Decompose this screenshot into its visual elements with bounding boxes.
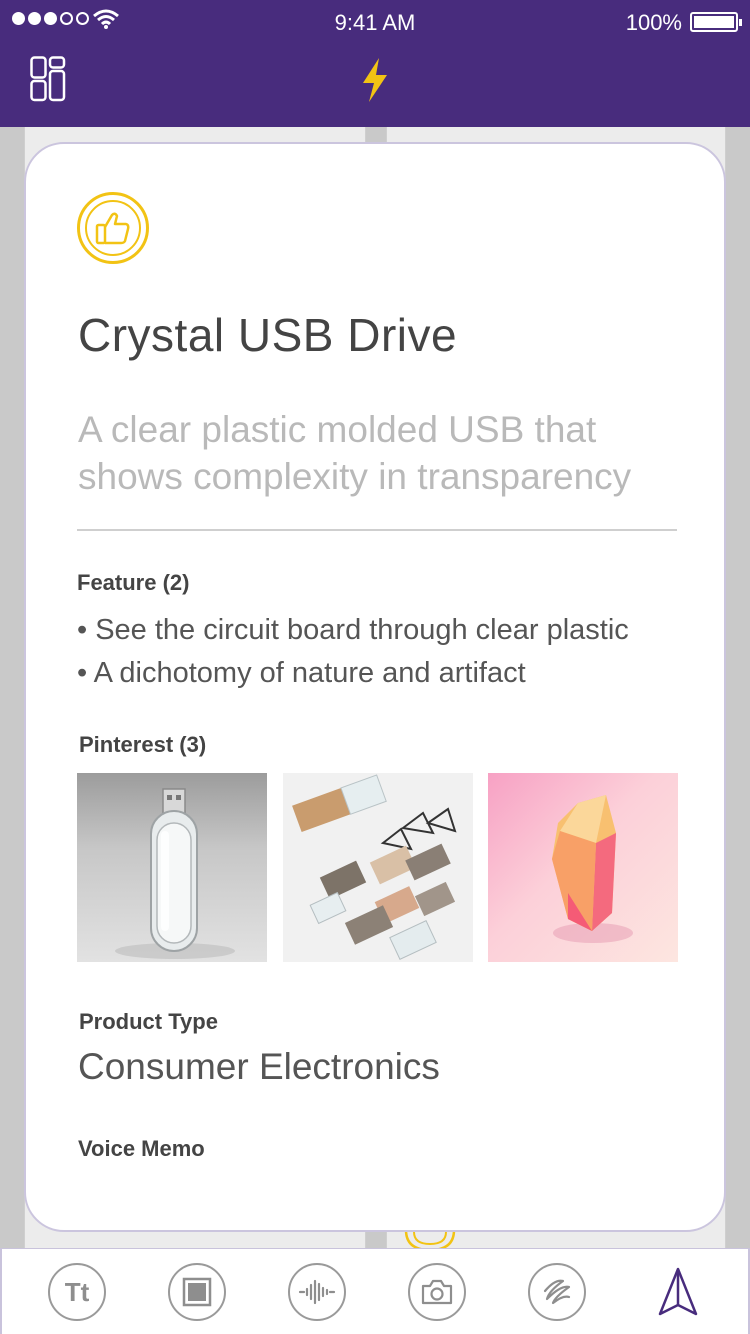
dashboard-grid-icon[interactable] bbox=[30, 56, 66, 102]
pinterest-label: Pinterest (3) bbox=[79, 732, 207, 757]
product-type-value: Consumer Electronics bbox=[78, 1046, 440, 1087]
idea-card[interactable]: Crystal USB Drive A clear plastic molded… bbox=[24, 142, 726, 1232]
product-type-label: Product Type bbox=[79, 1009, 218, 1034]
frame-tool-button[interactable] bbox=[168, 1263, 226, 1321]
send-icon[interactable] bbox=[656, 1267, 700, 1317]
frame-tool-icon bbox=[182, 1277, 212, 1307]
text-tool-icon: Tt bbox=[64, 1276, 90, 1307]
top-bar: 9:41 AM 100% bbox=[0, 0, 750, 127]
status-bar: 9:41 AM 100% bbox=[0, 0, 750, 44]
battery-percentage: 100% bbox=[625, 10, 682, 35]
text-tool-button[interactable]: Tt bbox=[48, 1263, 106, 1321]
card-title: Crystal USB Drive bbox=[78, 309, 458, 361]
battery-icon bbox=[690, 12, 742, 32]
card-subtitle: A clear plastic molded USB that shows co… bbox=[78, 409, 632, 497]
camera-icon bbox=[421, 1279, 453, 1305]
wood-and-acrylic-usb-set-photo[interactable] bbox=[282, 773, 473, 962]
clear-usb-stick-photo[interactable] bbox=[77, 773, 267, 962]
scribble-icon bbox=[543, 1279, 571, 1305]
divider bbox=[77, 529, 677, 531]
pink-crystal-photo[interactable] bbox=[488, 773, 678, 962]
scribble-tool-button[interactable] bbox=[528, 1263, 586, 1321]
feature-list: • See the circuit board through clear pl… bbox=[77, 609, 629, 695]
thumbs-up-badge[interactable] bbox=[77, 192, 149, 264]
feature-label: Feature (2) bbox=[77, 570, 190, 595]
audio-wave-icon bbox=[298, 1279, 336, 1305]
thumbs-up-icon bbox=[95, 212, 130, 245]
feature-item: • A dichotomy of nature and artifact bbox=[77, 657, 526, 689]
voice-memo-label: Voice Memo bbox=[78, 1136, 205, 1161]
bottom-toolbar: Tt bbox=[0, 1248, 750, 1334]
camera-tool-button[interactable] bbox=[408, 1263, 466, 1321]
feature-item: • See the circuit board through clear pl… bbox=[77, 614, 629, 646]
pinterest-images bbox=[77, 773, 678, 962]
audio-tool-button[interactable] bbox=[288, 1263, 346, 1321]
lightning-bolt-icon[interactable] bbox=[359, 57, 391, 103]
